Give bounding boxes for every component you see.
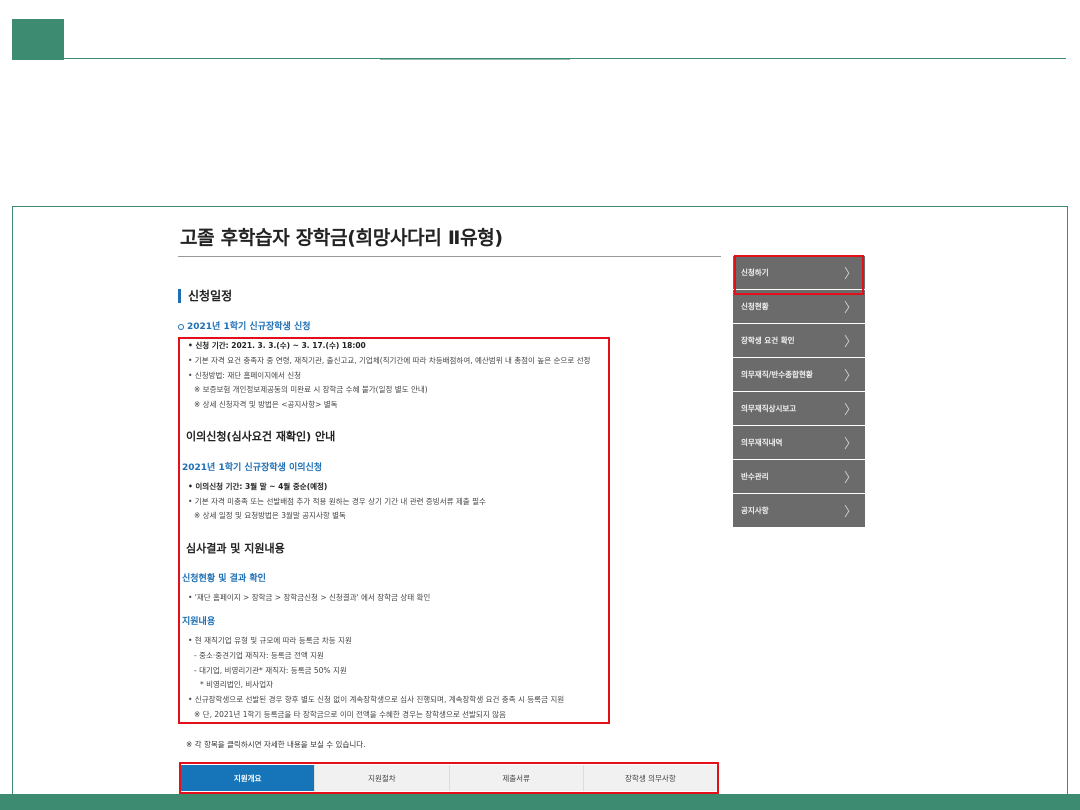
sidebar-item-notices[interactable]: 공지사항 〉 — [733, 494, 865, 527]
section-title: 신청일정 — [178, 289, 232, 303]
header-divider-accent — [380, 58, 570, 60]
support-line-4: * 비영리법인, 비사업자 — [200, 680, 274, 689]
chevron-right-icon: 〉 — [843, 403, 857, 418]
chevron-right-icon: 〉 — [843, 505, 857, 520]
sidebar-item-status[interactable]: 신청현황 〉 — [733, 290, 865, 323]
chevron-right-icon: 〉 — [843, 335, 857, 350]
info-tabs: 지원개요 지원절차 제출서류 장학생 의무사항 — [181, 765, 717, 791]
apply-subtitle: 2021년 1학기 신규장학생 신청 — [178, 322, 311, 333]
screenshot-frame — [12, 206, 1068, 810]
sidebar-item-label: 의무재직내역 — [741, 438, 783, 447]
apply-method: • 신청방법: 재단 홈페이지에서 신청 — [188, 371, 302, 380]
sidebar-item-refund[interactable]: 반수관리 〉 — [733, 460, 865, 493]
sidebar-item-label: 공지사항 — [741, 506, 769, 515]
support-line-3: - 대기업, 비영리기관* 재직자: 등록금 50% 지원 — [194, 666, 347, 675]
tab-overview[interactable]: 지원개요 — [181, 765, 315, 791]
page-title: 고졸 후학습자 장학금(희망사다리 Ⅱ유형) — [180, 227, 503, 249]
appeal-subtitle-text: 2021년 1학기 신규장학생 이의신청 — [182, 463, 323, 473]
check-subtitle: 신청현황 및 결과 확인 — [182, 574, 266, 585]
apply-criteria: • 기본 자격 요건 충족자 중 연령, 재직기관, 출신고교, 기업체(직기간… — [188, 356, 591, 365]
appeal-subtitle: 2021년 1학기 신규장학생 이의신청 — [182, 463, 322, 474]
sidebar-item-employment-report[interactable]: 의무재직상시보고 〉 — [733, 392, 865, 425]
tab-obligations[interactable]: 장학생 의무사항 — [582, 765, 717, 791]
sidebar-item-label: 반수관리 — [741, 472, 769, 481]
support-line-2: - 중소·중견기업 재직자: 등록금 전액 지원 — [194, 651, 324, 660]
chevron-right-icon: 〉 — [843, 437, 857, 452]
check-subtitle-text: 신청현황 및 결과 확인 — [182, 574, 266, 584]
circle-bullet-icon — [178, 324, 184, 331]
support-line-1: • 현 재직기업 유형 및 규모에 따라 등록금 차등 지원 — [188, 636, 352, 645]
sidebar-item-label: 신청하기 — [741, 268, 769, 277]
sidebar-item-employment-summary[interactable]: 의무재직/반수종합현황 〉 — [733, 358, 865, 391]
header-accent-square — [12, 19, 64, 60]
footer-bar — [0, 794, 1080, 810]
chevron-right-icon: 〉 — [843, 301, 857, 316]
sidebar-item-label: 장학생 요건 확인 — [741, 336, 795, 345]
apply-note-insurance: ※ 보증보험 개인정보제공동의 미완료 시 장학금 수혜 불가(일정 별도 안내… — [194, 385, 428, 394]
sidebar-item-label: 의무재직상시보고 — [741, 404, 797, 413]
chevron-right-icon: 〉 — [843, 267, 857, 282]
result-heading: 심사결과 및 지원내용 — [186, 542, 285, 555]
appeal-criteria: • 기본 자격 미충족 또는 선발배점 추가 적용 원하는 경우 상기 기간 내… — [188, 497, 486, 506]
title-divider — [178, 256, 721, 257]
sidebar-item-apply[interactable]: 신청하기 〉 — [733, 256, 865, 289]
sidebar-item-label: 의무재직/반수종합현황 — [741, 370, 813, 379]
tab-documents[interactable]: 제출서류 — [448, 765, 583, 791]
apply-note-details: ※ 상세 신청자격 및 방법은 <공지사항> 별독 — [194, 400, 338, 409]
apply-period: • 신청 기간: 2021. 3. 3.(수) ~ 3. 17.(수) 18:0… — [188, 341, 366, 350]
support-line-6: ※ 단, 2021년 1학기 등록금을 타 장학금으로 이미 전액을 수혜한 경… — [194, 710, 506, 719]
support-subtitle: 지원내용 — [182, 617, 215, 628]
sidebar-item-label: 신청현황 — [741, 302, 769, 311]
chevron-right-icon: 〉 — [843, 471, 857, 486]
sidebar-item-eligibility[interactable]: 장학생 요건 확인 〉 — [733, 324, 865, 357]
sidebar-menu: 신청하기 〉 신청현황 〉 장학생 요건 확인 〉 의무재직/반수종합현황 〉 … — [733, 256, 865, 528]
tab-procedure[interactable]: 지원절차 — [314, 765, 449, 791]
support-subtitle-text: 지원내용 — [182, 617, 216, 627]
check-line: • '재단 홈페이지 > 장학금 > 장학금신청 > 신청결과' 에서 장학금 … — [188, 593, 431, 602]
chevron-right-icon: 〉 — [843, 369, 857, 384]
apply-subtitle-text: 2021년 1학기 신규장학생 신청 — [187, 322, 311, 332]
appeal-heading: 이의신청(심사요건 재확인) 안내 — [186, 430, 336, 443]
notice-text: ※ 각 항목을 클릭하시면 자세한 내용을 보실 수 있습니다. — [186, 740, 366, 749]
support-line-5: • 신규장학생으로 선발된 경우 향후 별도 신청 없이 계속장학생으로 심사 … — [188, 695, 565, 704]
sidebar-item-employment-history[interactable]: 의무재직내역 〉 — [733, 426, 865, 459]
appeal-note: ※ 상세 일정 및 요청방법은 3월말 공지사항 별독 — [194, 511, 346, 520]
appeal-period: • 이의신청 기간: 3월 말 ~ 4월 중순(예정) — [188, 482, 328, 491]
